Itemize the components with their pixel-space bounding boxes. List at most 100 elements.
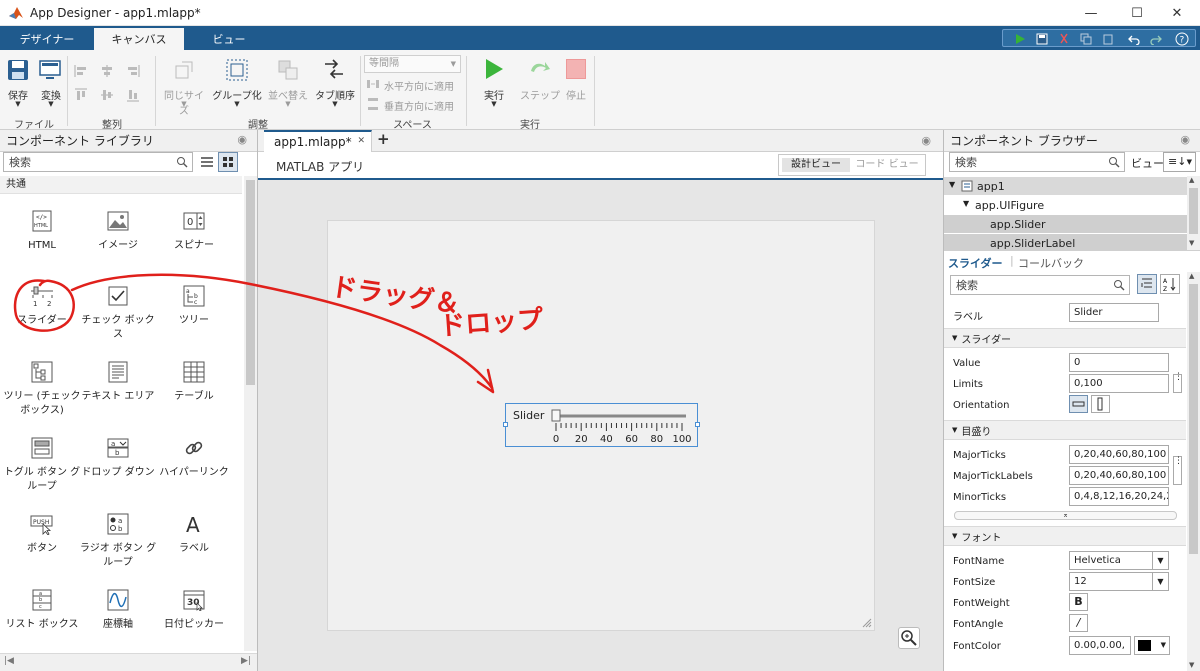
label-input[interactable]: Slider	[1069, 303, 1159, 322]
same-size-icon[interactable]	[172, 58, 196, 82]
close-button[interactable]: ✕	[1154, 0, 1200, 26]
tab-canvas[interactable]: キャンバス	[94, 28, 184, 50]
apply-vertical-button[interactable]: 垂直方向に適用	[384, 98, 454, 113]
majorticks-input[interactable]: 0,20,40,60,80,100	[1069, 445, 1169, 464]
section-slider[interactable]: ▼ スライダー	[944, 328, 1186, 348]
component-text-area[interactable]: テキスト エリア	[77, 355, 159, 430]
tab-slider-properties[interactable]: スライダー	[948, 255, 1003, 271]
value-input[interactable]: 0	[1069, 353, 1169, 372]
library-horizontal-scrollbar[interactable]: |◀ ▶|	[0, 653, 257, 671]
same-size-arrow-icon[interactable]: ▼	[178, 100, 190, 108]
more-options-icon[interactable]: ⋮	[1173, 456, 1183, 485]
minorticks-input[interactable]: 0,4,8,12,16,20,24,2	[1069, 487, 1169, 506]
scroll-right-icon[interactable]: ▶|	[241, 656, 251, 666]
component-html[interactable]: </> HTML HTML	[1, 204, 83, 279]
bold-toggle-icon[interactable]: B	[1069, 593, 1088, 611]
library-search-input[interactable]: 検索	[3, 152, 193, 172]
group-icon[interactable]	[224, 57, 250, 83]
convert-menu-arrow-icon[interactable]: ▼	[45, 100, 57, 108]
align-middle-icon[interactable]	[100, 88, 114, 102]
component-spinner[interactable]: 0 スピナー	[153, 204, 235, 279]
save-icon[interactable]	[6, 58, 32, 84]
section-font[interactable]: ▼ フォント	[944, 526, 1186, 546]
library-scrollbar[interactable]	[244, 176, 257, 651]
color-picker[interactable]: ▼	[1134, 636, 1170, 655]
tab-designer[interactable]: デザイナー	[2, 28, 92, 50]
reorder-icon[interactable]	[276, 58, 300, 82]
align-right-icon[interactable]	[126, 64, 140, 78]
copy-quick-icon[interactable]	[1077, 31, 1095, 47]
component-image[interactable]: イメージ	[77, 204, 159, 279]
list-view-icon[interactable]	[199, 154, 215, 170]
component-list-box[interactable]: abc リスト ボックス	[1, 583, 83, 658]
majorticklabels-input[interactable]: 0,20,40,60,80,100	[1069, 466, 1169, 485]
scroll-left-icon[interactable]: |◀	[4, 656, 14, 666]
horizontal-space-icon[interactable]	[366, 78, 380, 90]
scroll-up-icon[interactable]: ▲	[1189, 176, 1194, 184]
tab-order-arrow-icon[interactable]: ▼	[329, 100, 341, 108]
align-bottom-icon[interactable]	[126, 88, 140, 102]
tab-view[interactable]: ビュー	[184, 28, 274, 50]
fontsize-select[interactable]: 12 ▼	[1069, 572, 1169, 591]
component-hyperlink[interactable]: ハイパーリンク	[153, 431, 235, 506]
code-view-button[interactable]: コード ビュー	[851, 158, 923, 172]
component-checkbox-tree[interactable]: ツリー (チェック ボックス)	[1, 355, 83, 430]
fontname-select[interactable]: Helvetica ▼	[1069, 551, 1169, 570]
component-radio-button-group[interactable]: ab ラジオ ボタン グ ループ	[77, 507, 159, 582]
component-label-widget[interactable]: A ラベル	[153, 507, 235, 582]
run-arrow-icon[interactable]: ▼	[488, 100, 500, 108]
component-date-picker[interactable]: 30 日付ピッカー	[153, 583, 235, 658]
run-icon[interactable]	[482, 57, 506, 81]
group-view-icon[interactable]	[1137, 274, 1157, 294]
step-button[interactable]: ステップ	[520, 87, 560, 102]
alphabetical-sort-icon[interactable]: AZ	[1160, 274, 1180, 294]
scroll-down-icon[interactable]: ▼	[1189, 661, 1194, 669]
zoom-button[interactable]	[898, 627, 920, 649]
scrollbar-thumb[interactable]	[1189, 284, 1198, 554]
limits-input[interactable]: 0,100	[1069, 374, 1169, 393]
component-toggle-button-group[interactable]: トグル ボタン グ ループ	[1, 431, 83, 506]
collapse-icon[interactable]: ▼	[949, 180, 955, 189]
tree-node-uifigure[interactable]: ▼ app.UIFigure	[944, 196, 1187, 214]
inspector-scrollbar[interactable]: ▲ ▼	[1187, 272, 1200, 671]
paste-quick-icon[interactable]	[1099, 31, 1117, 47]
slider-track[interactable]: 0 20 40 60 80 100	[550, 409, 696, 445]
close-tab-icon[interactable]: ✕	[357, 136, 365, 146]
convert-icon[interactable]	[38, 58, 64, 84]
italic-toggle-icon[interactable]: /	[1069, 614, 1088, 632]
resize-grip-icon[interactable]	[862, 618, 872, 628]
tree-node-app1[interactable]: ▼ app1	[944, 177, 1187, 195]
orientation-horizontal-icon[interactable]	[1069, 395, 1088, 413]
save-menu-arrow-icon[interactable]: ▼	[12, 100, 24, 108]
cut-quick-icon[interactable]	[1055, 31, 1073, 47]
group-arrow-icon[interactable]: ▼	[231, 100, 243, 108]
component-axes[interactable]: 座標軸	[77, 583, 159, 658]
scroll-up-icon[interactable]: ▲	[1189, 272, 1194, 280]
section-ticks[interactable]: ▼ 目盛り	[944, 420, 1186, 440]
component-table[interactable]: テーブル	[153, 355, 235, 430]
inspector-search-input[interactable]: 検索	[950, 275, 1130, 295]
slider-thumb[interactable]	[551, 409, 561, 422]
tab-callbacks[interactable]: コールバック	[1018, 255, 1084, 271]
tree-scrollbar[interactable]: ▲ ▼	[1187, 176, 1200, 250]
slider-component[interactable]: Slider 0 20 40 60 80 100	[503, 403, 700, 447]
document-tab[interactable]: app1.mlapp* ✕	[264, 130, 372, 152]
tree-node-slider[interactable]: app.Slider	[944, 215, 1187, 233]
component-dropdown[interactable]: ab ドロップ ダウン	[77, 431, 159, 506]
more-options-icon[interactable]: ⋮	[1173, 373, 1183, 393]
spacing-select[interactable]: 等間隔 ▼	[364, 55, 461, 73]
reorder-arrow-icon[interactable]: ▼	[282, 100, 294, 108]
component-checkbox[interactable]: チェック ボックス	[77, 279, 159, 354]
panel-options-icon[interactable]: ◉	[921, 134, 931, 147]
panel-options-icon[interactable]: ◉	[237, 133, 247, 146]
design-view-button[interactable]: 設計ビュー	[782, 158, 850, 172]
vertical-space-icon[interactable]	[366, 98, 380, 110]
component-tree[interactable]: abc ツリー	[153, 279, 235, 354]
browser-search-input[interactable]: 検索	[949, 152, 1125, 172]
redo-icon[interactable]	[1147, 31, 1165, 47]
tree-node-slider-label[interactable]: app.SliderLabel	[944, 234, 1187, 250]
help-icon[interactable]: ?	[1173, 31, 1191, 47]
grid-view-icon[interactable]	[218, 152, 238, 172]
align-left-icon[interactable]	[74, 64, 88, 78]
minimize-button[interactable]: —	[1068, 0, 1114, 26]
